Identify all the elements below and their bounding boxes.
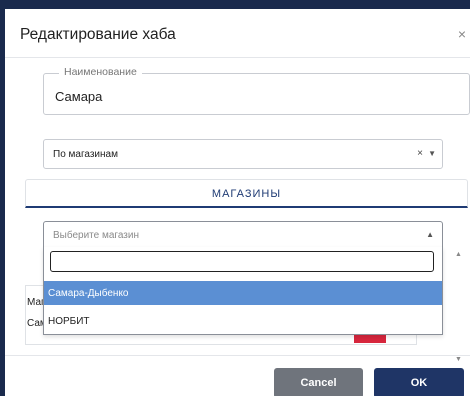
chevron-up-icon[interactable]: ▲: [426, 230, 434, 239]
scroll-up-icon[interactable]: ▲: [455, 251, 462, 258]
tab-stores[interactable]: МАГАЗИНЫ: [25, 179, 468, 208]
dropdown-option[interactable]: Самара-Дыбенко: [44, 281, 442, 305]
dropdown-option[interactable]: НОРБИТ: [44, 309, 442, 333]
dialog-footer: Cancel OK: [5, 355, 470, 396]
store-dropdown: Самара-Дыбенко НОРБИТ: [43, 247, 443, 335]
clear-icon[interactable]: ×: [417, 148, 423, 159]
dialog-header: Редактирование хаба ×: [5, 9, 470, 58]
dialog-title: Редактирование хаба: [20, 26, 176, 43]
dropdown-option-label: НОРБИТ: [48, 316, 90, 327]
close-icon[interactable]: ×: [458, 26, 466, 42]
tab-stores-label: МАГАЗИНЫ: [211, 188, 282, 200]
mode-select[interactable]: По магазинам × ▼: [43, 139, 443, 169]
ok-button[interactable]: OK: [374, 368, 464, 396]
edit-hub-dialog: Редактирование хаба × Наименование Самар…: [5, 9, 470, 396]
hub-name-value[interactable]: Самара: [55, 89, 102, 104]
store-select[interactable]: Выберите магазин ▲: [43, 221, 443, 249]
dropdown-search-input[interactable]: [50, 251, 434, 272]
store-select-placeholder: Выберите магазин: [53, 230, 139, 241]
hub-name-field[interactable]: Наименование Самара: [43, 66, 470, 115]
dropdown-option-label: Самара-Дыбенко: [48, 288, 129, 299]
chevron-down-icon[interactable]: ▼: [428, 149, 436, 158]
hub-name-label: Наименование: [59, 66, 142, 78]
table-header-cell: Маг: [27, 297, 45, 308]
mode-select-value: По магазинам: [53, 149, 118, 160]
cancel-button[interactable]: Cancel: [274, 368, 363, 396]
